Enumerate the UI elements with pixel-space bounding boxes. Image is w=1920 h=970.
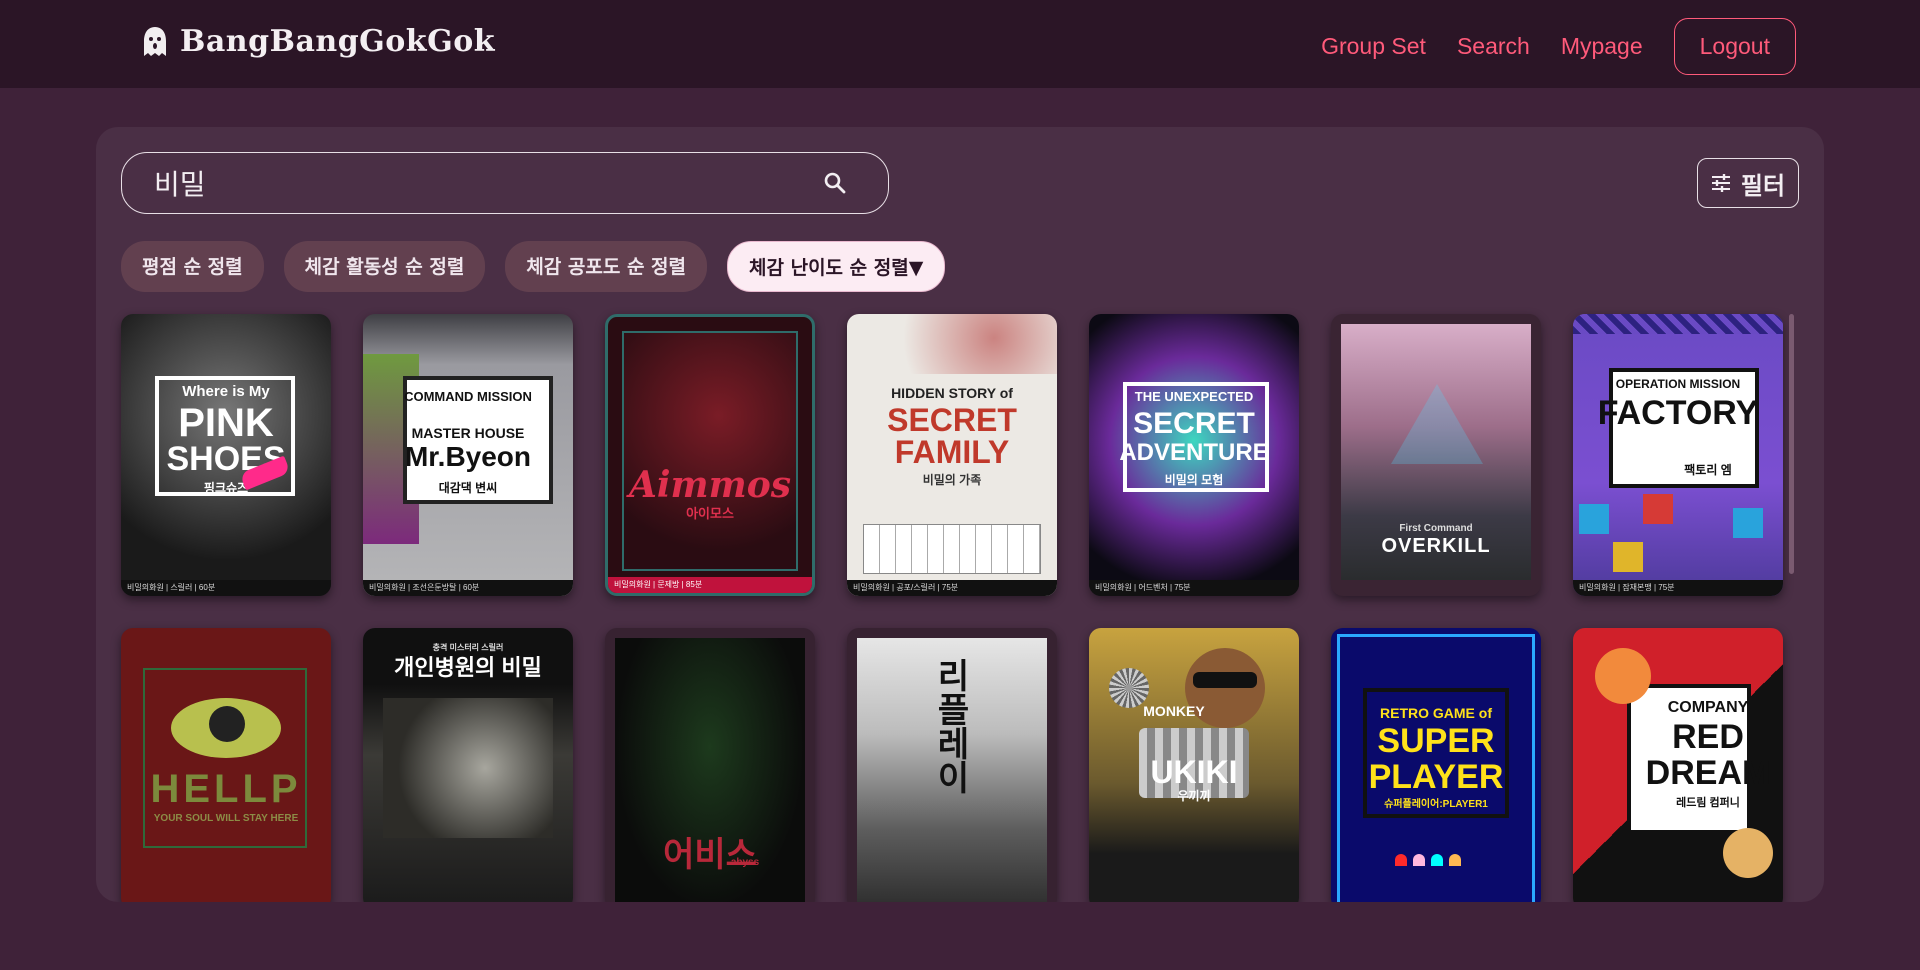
sort-options: 평점 순 정렬 체감 활동성 순 정렬 체감 공포도 순 정렬 체감 난이도 순… — [121, 241, 946, 292]
poster-line: Where is My — [182, 383, 270, 400]
poster-line: OPERATION MISSION — [1615, 377, 1741, 391]
top-navbar: BangBangGokGok Group Set Search Mypage L… — [0, 0, 1920, 88]
poster-footer: 비밀의화원 | 문제방 | 85분 — [608, 577, 812, 593]
poster-line: MASTER HOUSE — [411, 425, 525, 441]
poster-line: COMPANY — [1667, 699, 1749, 716]
sliders-icon — [1711, 174, 1730, 192]
poster-title: RED — [1672, 718, 1744, 756]
poster-line: YOUR SOUL WILL STAY HERE — [153, 813, 299, 824]
poster-title: 개인병원의 비밀 — [394, 655, 542, 680]
theme-card[interactable]: RETRO GAME of SUPER PLAYER 슈퍼플레이어:PLAYER… — [1331, 628, 1541, 902]
filter-button[interactable]: 필터 — [1697, 158, 1799, 208]
theme-card[interactable]: Aimmos 아이모스 비밀의화원 | 문제방 | 85분 — [605, 314, 815, 596]
ghost-icon — [1395, 854, 1407, 866]
poster-subtitle: 슈퍼플레이어:PLAYER1 — [1384, 799, 1488, 810]
sort-by-fear[interactable]: 체감 공포도 순 정렬 — [505, 241, 708, 292]
poster-title: SUPER — [1377, 722, 1495, 760]
poster-title: FACTORY — [1597, 394, 1759, 432]
poster-footer: 비밀의화원 | 조선은둔방탈 | 60분 — [363, 580, 573, 596]
nav-links: Group Set Search Mypage Logout — [1321, 18, 1796, 75]
poster-title: DREAM — [1645, 754, 1771, 792]
theme-card[interactable]: OPERATION MISSION FACTORY 팩토리 엠 비밀의화원 | … — [1573, 314, 1783, 596]
theme-card[interactable]: COMMAND MISSION MASTER HOUSE Mr.Byeon 대감… — [363, 314, 573, 596]
theme-card[interactable]: 어비스 abyss — [605, 628, 815, 902]
poster-subtitle: 핑크슈즈 — [203, 481, 249, 495]
poster-line: HIDDEN STORY of — [891, 385, 1013, 401]
poster-footer: 비밀의화원 | 스릴러 | 60분 — [121, 580, 331, 596]
grid-scrollbar[interactable] — [1789, 314, 1794, 574]
poster-line: THE UNEXPECTED — [1134, 389, 1254, 404]
theme-card[interactable]: HIDDEN STORY of SECRET FAMILY 비밀의 가족 비밀의… — [847, 314, 1057, 596]
teddy-bear-figure — [1723, 828, 1773, 878]
poster-title: Aimmos — [628, 464, 792, 506]
poster-title: 리플레이 — [931, 658, 969, 794]
theme-card[interactable]: 리플레이 — [847, 628, 1057, 902]
nav-search[interactable]: Search — [1457, 33, 1530, 60]
poster-title: HELLP — [150, 767, 302, 811]
poster-subtitle: 레드림 컴퍼니 — [1676, 797, 1740, 809]
brand[interactable]: BangBangGokGok — [142, 24, 495, 59]
sort-by-difficulty[interactable]: 체감 난이도 순 정렬▼ — [727, 241, 946, 292]
poster-title: ADVENTURE — [1119, 439, 1269, 466]
nav-mypage[interactable]: Mypage — [1561, 33, 1643, 60]
poster-footer: 비밀의화원 | 공포/스릴러 | 75분 — [847, 580, 1057, 596]
theme-card[interactable]: MONKEY UKIKI 우끼끼 — [1089, 628, 1299, 902]
poster-title: SHOES — [166, 440, 286, 478]
poster-title: PLAYER — [1368, 758, 1504, 796]
theme-card[interactable]: Where is My PINK SHOES 핑크슈즈 비밀의화원 | 스릴러 … — [121, 314, 331, 596]
poster-line: 충격 미스터리 스릴러 — [432, 643, 504, 652]
theme-card[interactable]: First Command OVERKILL — [1331, 314, 1541, 596]
poster-subtitle: 비밀의 가족 — [922, 473, 982, 487]
sort-by-rating[interactable]: 평점 순 정렬 — [121, 241, 264, 292]
poster-subtitle: 대감댁 변씨 — [438, 481, 498, 495]
search-icon[interactable] — [822, 170, 848, 196]
theme-grid: Where is My PINK SHOES 핑크슈즈 비밀의화원 | 스릴러 … — [121, 314, 1783, 902]
poster-title: PINK — [178, 401, 274, 445]
poster-footer: 비밀의화원 | 잠재본맹 | 75분 — [1573, 580, 1783, 596]
poster-title: SECRET — [887, 402, 1017, 438]
poster-subtitle: abyss — [730, 857, 760, 868]
poster-line: MONKEY — [1143, 703, 1205, 719]
poster-subtitle: 아이모스 — [686, 506, 734, 521]
poster-subtitle: 우끼끼 — [1177, 789, 1211, 803]
ghost-icon — [1449, 854, 1461, 866]
poster-title: FAMILY — [894, 434, 1010, 470]
poster-footer: 비밀의화원 | 어드벤처 | 75분 — [1089, 580, 1299, 596]
search-panel: 필터 평점 순 정렬 체감 활동성 순 정렬 체감 공포도 순 정렬 체감 난이… — [96, 127, 1824, 902]
character-figure — [1595, 648, 1651, 704]
poster-line: RETRO GAME of — [1380, 705, 1492, 721]
ghost-icon — [1431, 854, 1443, 866]
theme-card[interactable]: 충격 미스터리 스릴러 개인병원의 비밀 — [363, 628, 573, 902]
poster-line: COMMAND MISSION — [404, 389, 532, 404]
theme-card[interactable]: HELLP YOUR SOUL WILL STAY HERE — [121, 628, 331, 902]
search-box[interactable] — [121, 152, 889, 214]
brand-name: BangBangGokGok — [180, 24, 495, 59]
filter-label: 필터 — [1740, 171, 1786, 200]
poster-subtitle: 팩토리 엠 — [1684, 463, 1732, 477]
poster-title: UKIKI — [1150, 754, 1238, 790]
poster-subtitle: 비밀의 모험 — [1164, 473, 1224, 487]
theme-card[interactable]: THE UNEXPECTED SECRET ADVENTURE 비밀의 모험 비… — [1089, 314, 1299, 596]
logout-button[interactable]: Logout — [1673, 18, 1796, 75]
poster-title: OVERKILL — [1381, 535, 1491, 557]
poster-title: SECRET — [1133, 407, 1255, 440]
ghost-icon — [1413, 854, 1425, 866]
sort-by-activity[interactable]: 체감 활동성 순 정렬 — [283, 241, 486, 292]
poster-title: Mr.Byeon — [404, 441, 532, 472]
search-input[interactable] — [152, 165, 822, 201]
ghost-logo-icon — [144, 26, 166, 56]
theme-card[interactable]: COMPANY RED DREAM 레드림 컴퍼니 — [1573, 628, 1783, 902]
poster-line: First Command — [1399, 523, 1473, 534]
nav-group-set[interactable]: Group Set — [1321, 33, 1426, 60]
